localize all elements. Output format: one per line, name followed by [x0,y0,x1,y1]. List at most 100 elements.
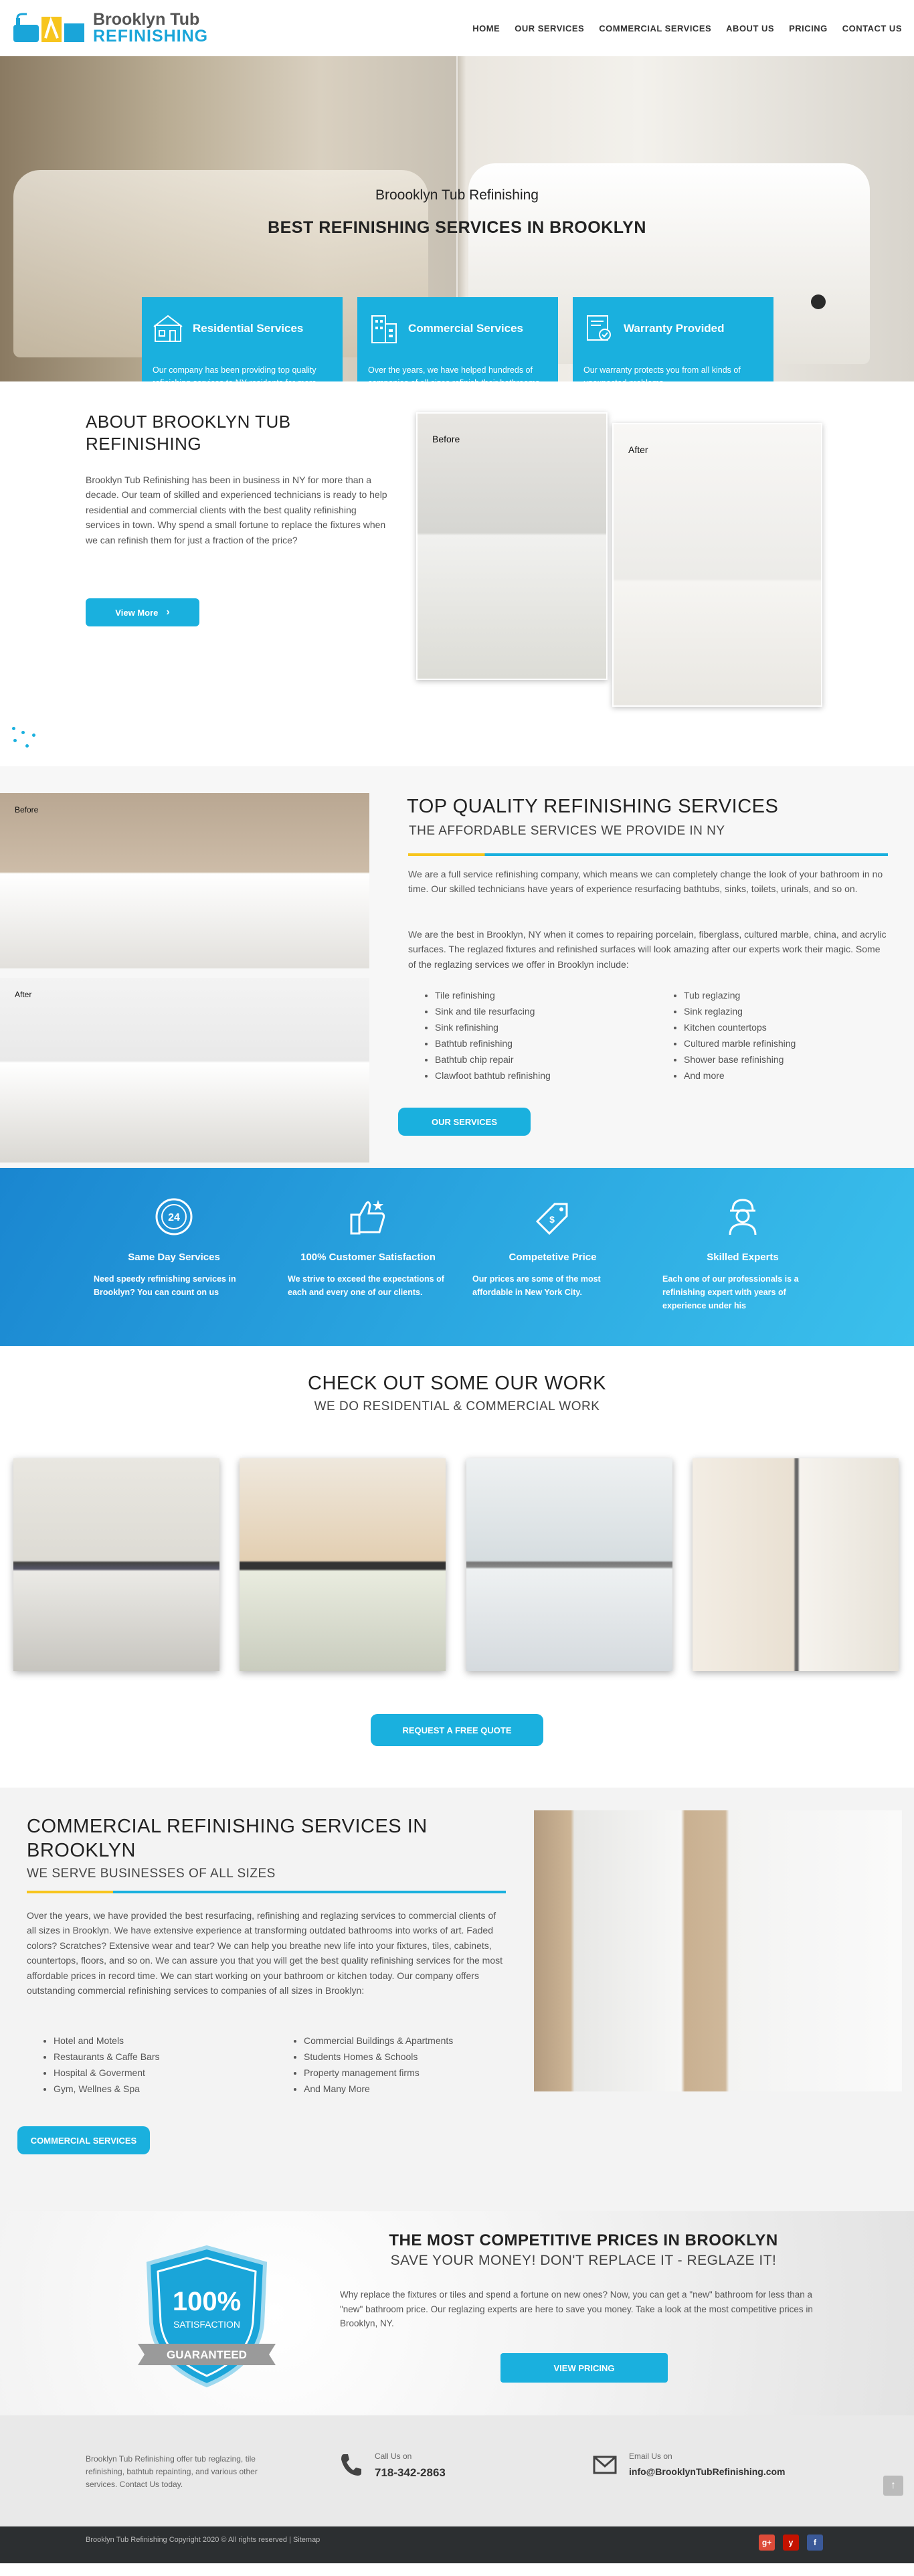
warranty-card-body: Our warranty protects you from all kinds… [583,365,741,381]
top-quality-section: Before After TOP QUALITY REFINISHING SER… [0,766,914,1168]
top-quality-p1: We are a full service refinishing compan… [408,869,883,895]
before-tub-photo: Before [0,793,369,968]
commercial-title: COMMERCIAL REFINISHING SERVICES IN BROOK… [27,1816,428,1862]
work-photo-tub-1[interactable] [13,1458,219,1671]
pricing-section: 100% SATISFACTION GUARANTEED THE MOST CO… [0,2211,914,2415]
nav-commercial-services[interactable]: COMMERCIAL SERVICES [599,23,711,33]
yelp-icon[interactable]: y [783,2535,799,2551]
list-item: Hospital & Goverment [54,2065,159,2081]
work-title: CHECK OUT SOME OUR WORK [308,1373,606,1394]
our-services-button[interactable]: OUR SERVICES [398,1108,531,1136]
commercial-card[interactable]: Commercial Services Over the years, we h… [357,297,558,381]
logo-tub-icon [13,13,84,42]
certificate-icon [587,315,611,341]
call-label: Call Us on [375,2452,412,2461]
commercial-restroom-photo [534,1810,902,2091]
google-plus-icon[interactable]: g+ [759,2535,775,2551]
badge-ribbon-text: GUARANTEED [167,2348,247,2361]
section-divider [27,1891,506,1893]
residential-card[interactable]: Residential Services Our company has bee… [142,297,343,381]
list-item: Sink refinishing [435,1019,551,1035]
list-item: Tile refinishing [435,987,551,1003]
work-photo-sink[interactable] [466,1458,672,1671]
commercial-body: Over the years, we have provided the bes… [27,1910,502,1996]
feature-price: $ Competetive Price Our prices are some … [472,1195,633,1299]
list-item: And Many More [304,2081,453,2097]
hero-drain [811,294,826,309]
nav-pricing[interactable]: PRICING [789,23,828,33]
decorative-dots [12,727,39,754]
feature-satisfaction: 100% Customer Satisfaction We strive to … [288,1195,448,1299]
commercial-card-title: Commercial Services [408,322,523,335]
before-label: Before [432,434,460,444]
feature-title: 100% Customer Satisfaction [300,1252,436,1263]
about-before-photo: Before [416,412,608,680]
satisfaction-badge-icon: 100% SATISFACTION GUARANTEED [138,2245,276,2388]
worker-icon [729,1199,757,1235]
view-pricing-button[interactable]: VIEW PRICING [500,2353,668,2383]
list-item: Sink reglazing [684,1003,796,1019]
list-item: Kitchen countertops [684,1019,796,1035]
tq-after-label: After [15,990,32,999]
request-quote-button[interactable]: REQUEST A FREE QUOTE [371,1714,543,1746]
nav-contact-us[interactable]: CONTACT US [842,23,902,33]
top-quality-title: TOP QUALITY REFINISHING SERVICES [407,796,779,817]
svg-text:24: 24 [168,1212,180,1223]
prices-subtitle: SAVE YOUR MONEY! DON'T REPLACE IT - REGL… [390,2253,777,2268]
nav-about-us[interactable]: ABOUT US [726,23,774,33]
site-header: Brooklyn Tub REFINISHING HOME OUR SERVIC… [0,0,914,56]
feature-title: Competetive Price [509,1252,597,1263]
feature-body: Need speedy refinishing services in Broo… [94,1274,236,1297]
prices-body: Why replace the fixtures or tiles and sp… [340,2290,813,2329]
svg-text:$: $ [549,1214,555,1225]
logo-line1: Brooklyn Tub [93,10,200,29]
price-tag-icon: $ [535,1203,568,1235]
badge-big-text: 100% [173,2287,241,2316]
feature-same-day: 24 Same Day Services Need speedy refinis… [94,1195,254,1299]
list-item: Gym, Wellnes & Spa [54,2081,159,2097]
services-list-1: Tile refinishing Sink and tile resurfaci… [435,987,551,1084]
warranty-card[interactable]: Warranty Provided Our warranty protects … [573,297,773,381]
nav-our-services[interactable]: OUR SERVICES [515,23,584,33]
building-icon [371,315,397,343]
envelope-icon [593,2456,617,2474]
residential-card-title: Residential Services [193,322,304,335]
commercial-services-button[interactable]: COMMERCIAL SERVICES [17,2126,150,2154]
list-item: Bathtub refinishing [435,1035,551,1051]
work-photo-tub-2[interactable] [240,1458,446,1671]
phone-number[interactable]: 718-342-2863 [375,2466,446,2480]
work-photo-shower[interactable] [693,1458,899,1671]
footer-about: Brooklyn Tub Refinishing offer tub regla… [86,2454,258,2490]
back-to-top-button[interactable]: ↑ [883,2476,903,2496]
list-item: Tub reglazing [684,987,796,1003]
hero-title: BEST REFINISHING SERVICES IN BROOKLYN [268,218,646,237]
footer: Brooklyn Tub Refinishing offer tub regla… [0,2415,914,2526]
main-nav: HOME OUR SERVICES COMMERCIAL SERVICES AB… [472,23,902,33]
list-item: And more [684,1067,796,1084]
footer-email[interactable]: Email Us on info@BrooklynTubRefinishing.… [593,2452,786,2478]
after-label: After [628,444,648,455]
feature-body: Our prices are some of the most affordab… [472,1274,601,1297]
view-more-button[interactable]: View More › [86,598,199,626]
list-item: Clawfoot bathtub refinishing [435,1067,551,1084]
list-item: Cultured marble refinishing [684,1035,796,1051]
list-item: Restaurants & Caffe Bars [54,2049,159,2065]
footer-call[interactable]: Call Us on 718-342-2863 [339,2452,446,2480]
view-more-label: View More [115,607,159,618]
hero-subtitle: Broooklyn Tub Refinishing [375,187,539,203]
hero-banner: Broooklyn Tub Refinishing BEST REFINISHI… [0,56,914,381]
hero-cards: Residential Services Our company has bee… [142,297,773,381]
copyright-bar: Brooklyn Tub Refinishing Copyright 2020 … [0,2526,914,2563]
email-address[interactable]: info@BrooklynTubRefinishing.com [629,2466,786,2477]
thumbs-up-icon [350,1200,385,1235]
nav-home[interactable]: HOME [472,23,500,33]
after-tub-photo: After [0,978,369,1163]
tq-before-label: Before [15,805,39,814]
commercial-list-2: Commercial Buildings & Apartments Studen… [304,2033,453,2097]
facebook-icon[interactable]: f [807,2535,823,2551]
features-band: 24 Same Day Services Need speedy refinis… [0,1168,914,1346]
section-divider [408,853,888,856]
top-quality-p2: We are the best in Brooklyn, NY when it … [408,929,887,970]
logo[interactable]: Brooklyn Tub REFINISHING [12,11,208,45]
copyright-text[interactable]: Brooklyn Tub Refinishing Copyright 2020 … [86,2536,320,2544]
